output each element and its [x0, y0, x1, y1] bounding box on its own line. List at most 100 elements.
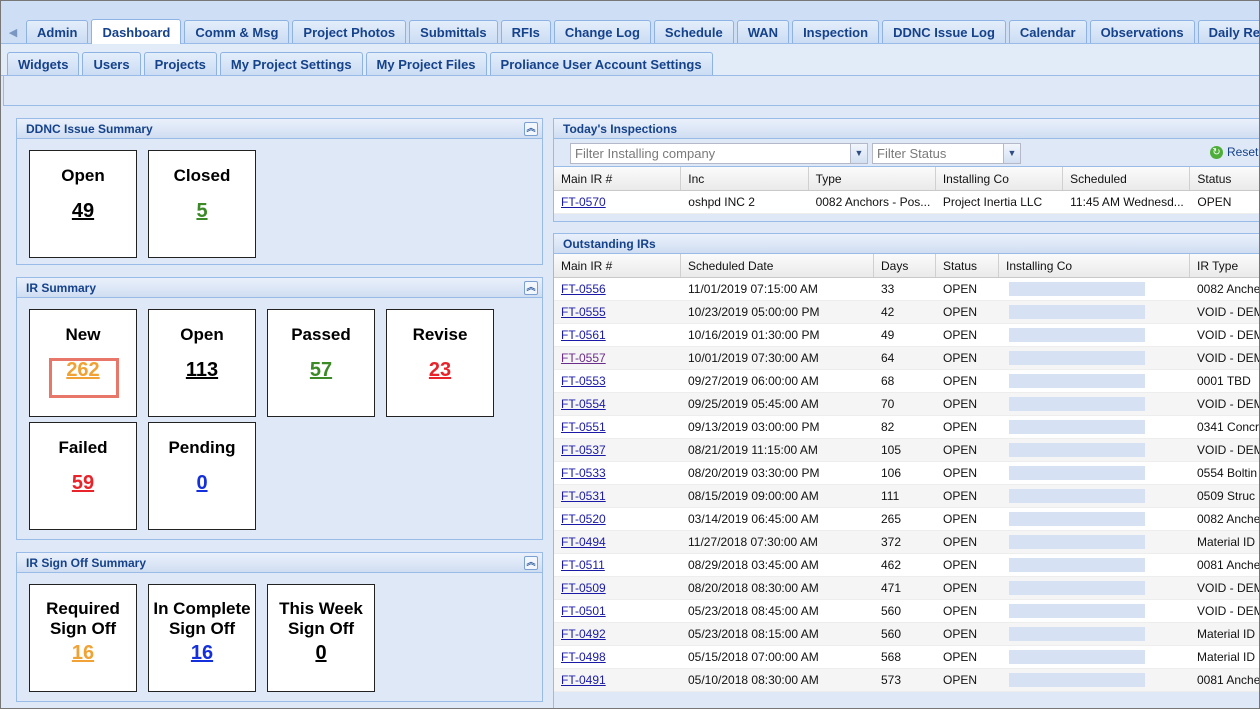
ir-failed-card[interactable]: Failed 59 [29, 422, 137, 530]
ir-link[interactable]: FT-0570 [561, 195, 606, 209]
collapse-icon[interactable]: ︽ [524, 281, 538, 295]
table-row[interactable]: FT-0533 08/20/2019 03:30:00 PM 106 OPEN 0554… [554, 462, 1260, 485]
ir-link[interactable]: FT-0520 [561, 512, 606, 526]
stat-value-link[interactable]: 16 [72, 642, 94, 665]
column-header[interactable]: Type [809, 167, 936, 190]
tab-wan[interactable]: WAN [736, 20, 790, 43]
subtab-my-project-files[interactable]: My Project Files [365, 52, 487, 75]
column-header[interactable]: IR Type [1190, 254, 1260, 277]
collapse-icon[interactable]: ︽ [524, 122, 538, 136]
ir-link[interactable]: FT-0492 [561, 627, 606, 641]
ddnc-open-card[interactable]: Open 49 [29, 150, 137, 258]
tab-rfis[interactable]: RFIs [500, 20, 551, 43]
stat-value-link[interactable]: 23 [429, 359, 451, 382]
column-header[interactable]: Scheduled Date [681, 254, 874, 277]
table-row[interactable]: FT-0491 05/10/2018 08:30:00 AM 573 OPEN 0081… [554, 669, 1260, 692]
ddnc-closed-card[interactable]: Closed 5 [148, 150, 256, 258]
incomplete-signoff-card[interactable]: In Complete Sign Off 16 [148, 584, 256, 692]
subtab-my-project-settings[interactable]: My Project Settings [219, 52, 363, 75]
table-row[interactable]: FT-0520 03/14/2019 06:45:00 AM 265 OPEN 0082… [554, 508, 1260, 531]
ir-link[interactable]: FT-0561 [561, 328, 606, 342]
ir-link[interactable]: FT-0556 [561, 282, 606, 296]
ir-link[interactable]: FT-0498 [561, 650, 606, 664]
stat-value-link[interactable]: 16 [191, 642, 213, 665]
tab-project-photos[interactable]: Project Photos [292, 20, 407, 43]
ir-link[interactable]: FT-0533 [561, 466, 606, 480]
table-row[interactable]: FT-0501 05/23/2018 08:45:00 AM 560 OPEN VOID… [554, 600, 1260, 623]
ir-open-card[interactable]: Open 113 [148, 309, 256, 417]
ir-link[interactable]: FT-0557 [561, 351, 606, 365]
stat-value-link[interactable]: 57 [310, 359, 332, 382]
tab-comm-msg[interactable]: Comm & Msg [184, 20, 290, 43]
stat-value-link[interactable]: 59 [72, 472, 94, 495]
table-row[interactable]: FT-0511 08/29/2018 03:45:00 AM 462 OPEN 0081… [554, 554, 1260, 577]
table-row[interactable]: FT-0556 11/01/2019 07:15:00 AM 33 OPEN 0082 … [554, 278, 1260, 301]
stat-value-link[interactable]: 0 [315, 642, 326, 665]
table-row[interactable]: FT-0494 11/27/2018 07:30:00 AM 372 OPEN Mate… [554, 531, 1260, 554]
chevron-down-icon[interactable]: ▼ [850, 144, 867, 163]
table-row[interactable]: FT-0509 08/20/2018 08:30:00 AM 471 OPEN VOID… [554, 577, 1260, 600]
column-header[interactable]: Installing Co [936, 167, 1064, 190]
subtab-projects[interactable]: Projects [143, 52, 217, 75]
table-row[interactable]: FT-0531 08/15/2019 09:00:00 AM 111 OPEN 0509… [554, 485, 1260, 508]
subtab-widgets[interactable]: Widgets [7, 52, 80, 75]
tab-calendar[interactable]: Calendar [1008, 20, 1087, 43]
ir-link[interactable]: FT-0537 [561, 443, 606, 457]
tab-submittals[interactable]: Submittals [409, 20, 498, 43]
stat-value-link[interactable]: 49 [72, 200, 94, 223]
ir-link[interactable]: FT-0509 [561, 581, 606, 595]
column-header[interactable]: Scheduled [1063, 167, 1191, 190]
table-row[interactable]: FT-0570 oshpd INC 2 0082 Anchors - Pos..… [554, 191, 1260, 214]
stat-value-link[interactable]: 0 [196, 472, 207, 495]
column-header[interactable]: Days [874, 254, 936, 277]
ir-passed-card[interactable]: Passed 57 [267, 309, 375, 417]
tab-scroll-left-icon[interactable]: ◀ [4, 22, 22, 42]
column-header[interactable]: Main IR # [554, 254, 681, 277]
ir-link[interactable]: FT-0494 [561, 535, 606, 549]
ir-link[interactable]: FT-0491 [561, 673, 606, 687]
tab-ddnc-issue-log[interactable]: DDNC Issue Log [882, 20, 1006, 43]
column-header[interactable]: Status [1190, 167, 1260, 190]
tab-change-log[interactable]: Change Log [553, 20, 651, 43]
stat-value-link[interactable]: 5 [196, 200, 207, 223]
ir-link[interactable]: FT-0555 [561, 305, 606, 319]
ir-pending-card[interactable]: Pending 0 [148, 422, 256, 530]
table-row[interactable]: FT-0498 05/15/2018 07:00:00 AM 568 OPEN Mate… [554, 646, 1260, 669]
ir-link[interactable]: FT-0531 [561, 489, 606, 503]
reset-button[interactable]: ↻ Reset [1210, 145, 1258, 159]
ir-link[interactable]: FT-0553 [561, 374, 606, 388]
column-header[interactable]: Status [936, 254, 999, 277]
collapse-icon[interactable]: ︽ [524, 556, 538, 570]
tab-observations[interactable]: Observations [1089, 20, 1195, 43]
filter-status-combo[interactable]: Filter Status ▼ [872, 143, 1021, 164]
table-row[interactable]: FT-0554 09/25/2019 05:45:00 AM 70 OPEN VOID … [554, 393, 1260, 416]
chevron-down-icon[interactable]: ▼ [1003, 144, 1020, 163]
this-week-signoff-card[interactable]: This Week Sign Off 0 [267, 584, 375, 692]
tab-schedule[interactable]: Schedule [653, 20, 734, 43]
tab-inspection[interactable]: Inspection [792, 20, 880, 43]
column-header[interactable]: Installing Co [999, 254, 1190, 277]
subtab-users[interactable]: Users [82, 52, 141, 75]
tab-dashboard[interactable]: Dashboard [91, 19, 182, 44]
subtab-proliance-user-account-settings[interactable]: Proliance User Account Settings [489, 52, 713, 75]
table-row[interactable]: FT-0561 10/16/2019 01:30:00 PM 49 OPEN VOID … [554, 324, 1260, 347]
tab-admin[interactable]: Admin [26, 20, 89, 43]
filter-installing-company-combo[interactable]: Filter Installing company ▼ [570, 143, 868, 164]
column-header[interactable]: Inc [681, 167, 809, 190]
table-row[interactable]: FT-0557 10/01/2019 07:30:00 AM 64 OPEN VOID … [554, 347, 1260, 370]
ir-link[interactable]: FT-0551 [561, 420, 606, 434]
table-row[interactable]: FT-0492 05/23/2018 08:15:00 AM 560 OPEN Mate… [554, 623, 1260, 646]
ir-revise-card[interactable]: Revise 23 [386, 309, 494, 417]
column-header[interactable]: Main IR # [554, 167, 682, 190]
ir-link[interactable]: FT-0554 [561, 397, 606, 411]
stat-value-link[interactable]: 113 [186, 359, 218, 382]
ir-link[interactable]: FT-0501 [561, 604, 606, 618]
tab-daily-reports[interactable]: Daily Reports [1197, 20, 1260, 43]
table-row[interactable]: FT-0537 08/21/2019 11:15:00 AM 105 OPEN VOID… [554, 439, 1260, 462]
table-row[interactable]: FT-0553 09/27/2019 06:00:00 AM 68 OPEN 0001 … [554, 370, 1260, 393]
required-signoff-card[interactable]: Required Sign Off 16 [29, 584, 137, 692]
ir-new-card[interactable]: New 262 [29, 309, 137, 417]
ir-link[interactable]: FT-0511 [561, 558, 605, 572]
table-row[interactable]: FT-0551 09/13/2019 03:00:00 PM 82 OPEN 0341 … [554, 416, 1260, 439]
table-row[interactable]: FT-0555 10/23/2019 05:00:00 PM 42 OPEN VOID … [554, 301, 1260, 324]
